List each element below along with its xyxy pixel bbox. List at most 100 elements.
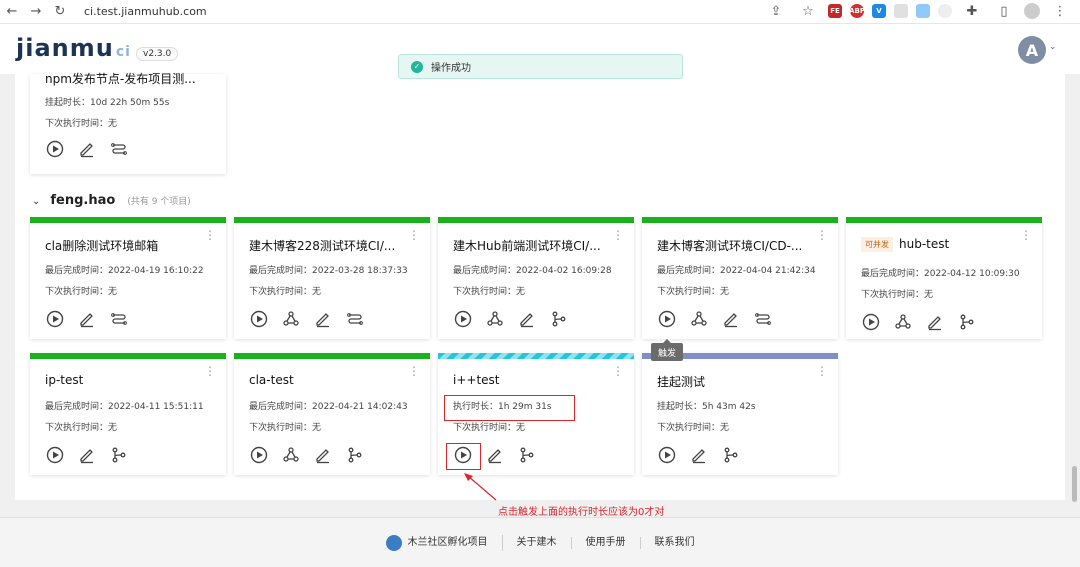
project-title[interactable]: 挂起测试: [657, 373, 705, 390]
footer-link[interactable]: 木兰社区孵化项目: [372, 534, 503, 551]
more-menu-icon[interactable]: ⋮: [1020, 229, 1032, 241]
trigger-button[interactable]: [249, 310, 269, 331]
extension-round-icon[interactable]: [938, 4, 952, 18]
project-title[interactable]: cla-test: [249, 373, 294, 387]
browser-menu-icon[interactable]: ⋮: [1048, 4, 1072, 19]
trigger-button[interactable]: [861, 313, 881, 334]
workflow-button[interactable]: [109, 311, 129, 331]
extension-blank-icon[interactable]: [894, 4, 908, 18]
edit-button[interactable]: [77, 447, 97, 467]
back-icon[interactable]: ←: [0, 4, 24, 19]
project-card[interactable]: 建木博客测试环境CI/CD-... ⋮ 最后完成时间：2022-04-04 21:4…: [642, 217, 838, 339]
project-title[interactable]: 建木Hub前端测试环境CI/...: [453, 237, 601, 254]
browser-profile-icon[interactable]: [1024, 3, 1040, 19]
edit-button[interactable]: [721, 311, 741, 331]
avatar[interactable]: A: [1018, 36, 1046, 64]
edit-button[interactable]: [77, 141, 97, 161]
project-title[interactable]: 可并发 hub-test: [861, 237, 949, 252]
webhook-button[interactable]: [485, 311, 505, 331]
more-menu-icon[interactable]: ⋮: [204, 229, 216, 241]
project-card[interactable]: cla-test ⋮ 最后完成时间：2022-04-21 14:02:43 下次执行时…: [234, 353, 430, 475]
puzzle-icon[interactable]: ✚: [960, 4, 984, 19]
trigger-button[interactable]: [45, 140, 65, 161]
next-run: 下次执行时间：无: [45, 423, 118, 433]
workflow-button[interactable]: [753, 311, 773, 331]
trigger-button[interactable]: [45, 310, 65, 331]
edit-button[interactable]: [313, 447, 333, 467]
more-menu-icon[interactable]: ⋮: [408, 229, 420, 241]
project-title[interactable]: 建木博客228测试环境CI/...: [249, 237, 395, 254]
branch-button[interactable]: [957, 314, 977, 334]
more-menu-icon[interactable]: ⋮: [816, 365, 828, 377]
edit-icon: [486, 446, 504, 468]
webhook-button[interactable]: [281, 311, 301, 331]
more-menu-icon[interactable]: ⋮: [612, 365, 624, 377]
project-card[interactable]: npm发布节点-发布项目测... 挂起时长：10d 22h 50m 55s 下次…: [30, 72, 226, 174]
extension-square-icon[interactable]: [916, 4, 930, 18]
project-card[interactable]: cla删除测试环境邮箱 ⋮ 最后完成时间：2022-04-19 16:10:22 下次…: [30, 217, 226, 339]
project-card[interactable]: 建木Hub前端测试环境CI/... ⋮ 最后完成时间：2022-04-02 16:0…: [438, 217, 634, 339]
more-menu-icon[interactable]: ⋮: [408, 365, 420, 377]
group-header[interactable]: ⌄ feng.hao (共有 9 个项目): [32, 193, 191, 208]
webhook-button[interactable]: [281, 447, 301, 467]
reload-icon[interactable]: ↻: [48, 4, 72, 19]
webhook-button[interactable]: [893, 314, 913, 334]
branch-button[interactable]: [517, 447, 537, 467]
edit-button[interactable]: [77, 311, 97, 331]
play-icon: [658, 446, 676, 468]
edit-button[interactable]: [517, 311, 537, 331]
footer-link[interactable]: 使用手册: [572, 536, 641, 549]
branch-button[interactable]: [109, 447, 129, 467]
adblock-icon[interactable]: ABP: [849, 4, 865, 18]
project-title[interactable]: 建木博客测试环境CI/CD-...: [657, 237, 802, 254]
project-title-text: hub-test: [899, 237, 950, 251]
extension-fe-icon[interactable]: FE: [828, 4, 842, 18]
trigger-button[interactable]: [249, 446, 269, 467]
branch-icon: [346, 446, 364, 468]
more-menu-icon[interactable]: ⋮: [816, 229, 828, 241]
trigger-button[interactable]: [453, 310, 473, 332]
extension-v-icon[interactable]: V: [872, 4, 886, 18]
webhook-button[interactable]: [689, 311, 709, 331]
forward-icon[interactable]: →: [24, 4, 48, 19]
scrollbar[interactable]: [1072, 466, 1077, 502]
branch-button[interactable]: [721, 447, 741, 467]
edit-button[interactable]: [485, 447, 505, 467]
card-actions: [45, 446, 129, 467]
more-menu-icon[interactable]: ⋮: [612, 229, 624, 241]
edit-button[interactable]: [689, 447, 709, 467]
workflow-button[interactable]: [109, 141, 129, 161]
next-run: 下次执行时间：无: [657, 423, 730, 433]
more-menu-icon[interactable]: ⋮: [204, 365, 216, 377]
trigger-button[interactable]: [45, 446, 65, 467]
branch-button[interactable]: [549, 311, 569, 331]
concurrent-badge: 可并发: [861, 237, 893, 252]
sidepanel-icon[interactable]: ▯: [992, 4, 1016, 19]
project-title[interactable]: ip-test: [45, 373, 83, 387]
project-title[interactable]: i++test: [453, 373, 500, 387]
project-card[interactable]: 可并发 hub-test ⋮ 最后完成时间：2022-04-12 10:09:30 下次…: [846, 217, 1042, 339]
branch-button[interactable]: [345, 447, 365, 467]
edit-button[interactable]: [313, 311, 333, 331]
footer-link[interactable]: 联系我们: [641, 537, 709, 549]
logo[interactable]: jianmu ci: [16, 34, 131, 62]
project-card[interactable]: 建木博客228测试环境CI/... ⋮ 最后完成时间：2022-03-28 18:3…: [234, 217, 430, 339]
address-bar[interactable]: ci.test.jianmuhub.com: [84, 5, 207, 18]
project-card[interactable]: ip-test ⋮ 最后完成时间：2022-04-11 15:51:11 下次执行时间…: [30, 353, 226, 475]
card-actions: [249, 310, 365, 331]
edit-button[interactable]: [925, 314, 945, 334]
bookmark-star-icon[interactable]: ☆: [796, 4, 820, 19]
project-card[interactable]: 挂起测试 ⋮ 挂起时长：5h 43m 42s 下次执行时间：无: [642, 353, 838, 475]
share-icon[interactable]: ⇪: [764, 4, 788, 19]
play-icon: [454, 310, 472, 332]
footer-link[interactable]: 关于建木: [503, 536, 572, 549]
chevron-down-icon[interactable]: ⌄: [32, 196, 40, 207]
project-title[interactable]: npm发布节点-发布项目测...: [45, 70, 196, 87]
last-completed-time: 最后完成时间：2022-03-28 18:37:33: [249, 266, 408, 276]
workflow-button[interactable]: [345, 311, 365, 331]
trigger-button[interactable]: [657, 446, 677, 468]
status-bar: [438, 353, 634, 359]
trigger-button[interactable]: [657, 310, 677, 331]
project-title[interactable]: cla删除测试环境邮箱: [45, 237, 158, 254]
chevron-down-icon[interactable]: ⌄: [1049, 42, 1057, 52]
